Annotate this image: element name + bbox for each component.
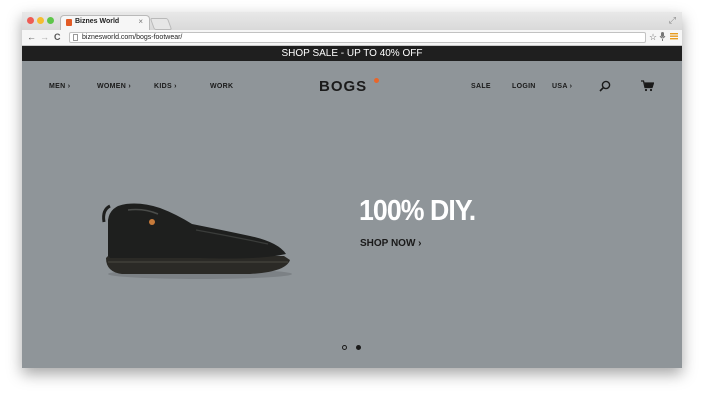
address-bar[interactable]: biznesworld.com/bogs-footwear/ (69, 32, 646, 43)
hero-shoe-image[interactable] (100, 200, 296, 287)
close-window-button[interactable] (27, 17, 34, 24)
nav-women[interactable]: WOMEN › (97, 83, 131, 90)
tab-bar: Biznes World × ⤢ (22, 12, 682, 30)
shop-now-link[interactable]: SHOP NOW › (360, 238, 421, 249)
page-icon (73, 34, 78, 41)
sale-banner[interactable]: SHOP SALE - UP TO 40% OFF (22, 46, 682, 61)
back-button[interactable]: ← (27, 32, 36, 42)
forward-button[interactable]: → (40, 32, 49, 42)
nav-kids[interactable]: KIDS › (154, 83, 177, 90)
tab-title: Biznes World (75, 18, 120, 25)
nav-work[interactable]: WORK (210, 83, 233, 90)
search-icon[interactable] (599, 79, 611, 97)
reload-button[interactable]: C (54, 32, 61, 42)
url-text[interactable]: biznesworld.com/bogs-footwear/ (82, 33, 182, 42)
nav-country-usa[interactable]: USA › (552, 83, 572, 90)
browser-window: Biznes World × ⤢ ← → C biznesworld.com/b… (22, 12, 682, 368)
fullscreen-icon[interactable]: ⤢ (669, 15, 676, 26)
hero-headline: 100% DIY. (359, 195, 476, 227)
bogs-logo[interactable]: BOGS (319, 78, 367, 95)
nav-login[interactable]: LOGIN (512, 83, 536, 90)
favicon-icon (66, 19, 72, 26)
logo-paw-icon (374, 78, 379, 83)
minimize-window-button[interactable] (37, 17, 44, 24)
cart-icon[interactable] (641, 79, 655, 97)
browser-tab[interactable]: Biznes World × (60, 15, 150, 30)
nav-sale[interactable]: SALE (471, 83, 491, 90)
bookmark-star-icon[interactable]: ☆ (649, 32, 657, 43)
sale-banner-text[interactable]: SHOP SALE - UP TO 40% OFF (282, 48, 423, 59)
nav-men[interactable]: MEN › (49, 83, 70, 90)
carousel-dot-2-active[interactable] (356, 345, 361, 350)
carousel-dot-1[interactable] (342, 345, 347, 350)
zoom-window-button[interactable] (47, 17, 54, 24)
microphone-icon[interactable] (659, 32, 666, 43)
new-tab-button[interactable] (149, 18, 173, 30)
tab-close-icon[interactable]: × (138, 17, 143, 26)
menu-icon[interactable] (670, 32, 678, 42)
browser-toolbar: ← → C biznesworld.com/bogs-footwear/ ☆ (22, 30, 682, 46)
